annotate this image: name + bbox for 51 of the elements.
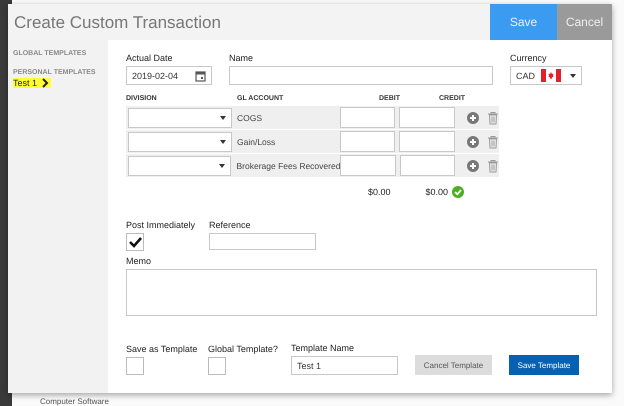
- field-label: Currency: [510, 53, 548, 63]
- division-select[interactable]: [128, 132, 232, 152]
- background-label: Computer Software: [40, 397, 109, 406]
- caret-icon: [220, 140, 226, 144]
- name-field[interactable]: [229, 66, 493, 85]
- template-name-field[interactable]: Test 1: [291, 356, 398, 375]
- credit-field[interactable]: [399, 107, 455, 128]
- add-icon[interactable]: [466, 136, 479, 148]
- field-label: Save as Template: [126, 344, 198, 354]
- add-icon[interactable]: [466, 112, 479, 124]
- checkbox[interactable]: [208, 357, 226, 375]
- caret-icon: [570, 74, 576, 78]
- field-label: Template Name: [291, 343, 356, 353]
- total-amount: $0.00: [368, 187, 391, 197]
- account-name: Gain/Loss: [237, 136, 276, 146]
- debit-field[interactable]: [340, 155, 396, 176]
- account-name: Brokerage Fees Recovered: [236, 160, 340, 170]
- template-link[interactable]: Test 1: [13, 78, 52, 88]
- division-select[interactable]: [128, 156, 232, 176]
- reference-field[interactable]: [209, 233, 316, 250]
- account-name: COGS: [237, 112, 264, 122]
- flag-icon: [541, 69, 562, 82]
- field-label: Memo: [126, 256, 152, 266]
- credit-field[interactable]: [399, 131, 455, 152]
- currency-select[interactable]: CAD: [510, 66, 582, 85]
- chevron-icon: [41, 78, 50, 88]
- field-label: Global Template?: [208, 344, 279, 354]
- debit-field[interactable]: [340, 131, 396, 152]
- trash-icon[interactable]: [486, 134, 499, 148]
- add-icon[interactable]: [467, 160, 479, 172]
- date-field[interactable]: 2019-02-04: [126, 66, 212, 85]
- save-template-button[interactable]: Save Template: [509, 355, 579, 375]
- checkbox[interactable]: [126, 357, 144, 375]
- caret-icon: [220, 116, 226, 120]
- dialog-title: Create Custom Transaction: [13, 12, 222, 34]
- check-icon: [128, 236, 142, 248]
- cancel-template-button[interactable]: Cancel Template: [415, 355, 492, 375]
- field-label: Post Immediately: [126, 220, 196, 230]
- division-select[interactable]: [128, 108, 232, 128]
- checkbox[interactable]: [126, 233, 144, 251]
- field-label: Actual Date: [126, 53, 174, 63]
- caret-icon: [219, 164, 226, 168]
- memo-field[interactable]: [126, 269, 597, 316]
- credit-field[interactable]: [400, 155, 455, 176]
- trash-icon[interactable]: [487, 158, 499, 172]
- debit-field[interactable]: [340, 107, 396, 128]
- field-label: Reference: [209, 220, 252, 230]
- trash-icon[interactable]: [486, 110, 499, 124]
- calendar-icon: [195, 70, 206, 82]
- total-amount: $0.00: [426, 187, 448, 197]
- field-label: Name: [229, 53, 254, 63]
